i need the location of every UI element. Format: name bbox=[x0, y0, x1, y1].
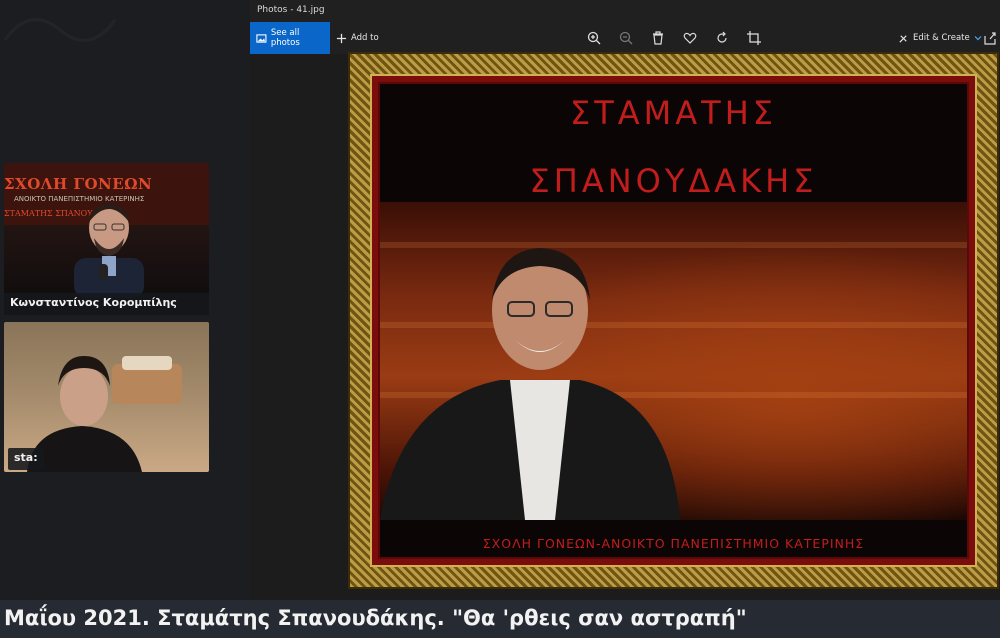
participant-video-koromp[interactable]: ΣΧΟΛΗ ΓΟΝΕΩΝ ΑΝΟΙΚΤΟ ΠΑΝΕΠΙΣΤΗΜΙΟ ΚΑΤΕΡΙ… bbox=[4, 163, 209, 315]
picture-photo-area bbox=[380, 202, 967, 520]
add-to-label: Add to bbox=[351, 33, 379, 43]
gilded-picture-frame: ΣΤΑΜΑΤΗΣ ΣΠΑΝΟΥΔΑΚΗΣ ΣΧΟΛΗ ΓΟΝΕΩΝ-ΑΝΟΙΚΤ… bbox=[350, 54, 997, 587]
see-all-photos-label: See all photos bbox=[270, 28, 300, 48]
watermark-icon bbox=[3, 18, 117, 42]
participant-video-sta[interactable]: sta: bbox=[4, 322, 209, 472]
delete-icon[interactable] bbox=[650, 30, 666, 46]
participant-name-label: Κωνσταντίνος Κορομπίλης bbox=[4, 293, 209, 315]
ticker-text: Μαΐου 2021. Σταμάτης Σπανουδάκης. "Θα 'ρ… bbox=[4, 606, 747, 630]
share-icon[interactable] bbox=[982, 30, 998, 46]
favorite-heart-icon[interactable] bbox=[682, 30, 698, 46]
zoom-out-icon[interactable] bbox=[618, 30, 634, 46]
photo-gallery-icon bbox=[256, 33, 267, 43]
edit-create-icon bbox=[899, 34, 907, 43]
crop-icon[interactable] bbox=[746, 30, 762, 46]
window-title: Photos - 41.jpg bbox=[257, 5, 325, 15]
participant-person-image bbox=[74, 203, 144, 298]
edit-create-button[interactable]: Edit & Create bbox=[898, 22, 982, 54]
broadcast-ticker: Μαΐου 2021. Σταμάτης Σπανουδάκης. "Θα 'ρ… bbox=[0, 600, 1000, 638]
picture-caption: ΣΧΟΛΗ ΓΟΝΕΩΝ-ΑΝΟΙΚΤΟ ΠΑΝΕΠΙΣΤΗΜΙΟ ΚΑΤΕΡΙ… bbox=[482, 536, 865, 551]
chevron-down-icon bbox=[974, 36, 982, 41]
photos-app-window: Photos - 41.jpg See all photos Add to Ed… bbox=[250, 0, 1000, 600]
edit-create-label: Edit & Create bbox=[913, 33, 970, 43]
picture-title-line1: ΣΤΑΜΑΤΗΣ bbox=[570, 94, 777, 132]
picture-content: ΣΤΑΜΑΤΗΣ ΣΠΑΝΟΥΔΑΚΗΣ ΣΧΟΛΗ ΓΟΝΕΩΝ-ΑΝΟΙΚΤ… bbox=[378, 82, 969, 559]
add-to-button[interactable]: Add to bbox=[336, 22, 379, 54]
see-all-photos-button[interactable]: See all photos bbox=[250, 22, 330, 54]
title-bar: Photos - 41.jpg bbox=[250, 0, 1000, 22]
participants-panel: ΣΧΟΛΗ ΓΟΝΕΩΝ ΑΝΟΙΚΤΟ ΠΑΝΕΠΙΣΤΗΜΙΟ ΚΑΤΕΡΙ… bbox=[0, 0, 250, 600]
plus-icon bbox=[336, 33, 347, 43]
participant-name-label: sta: bbox=[8, 448, 44, 470]
zoom-in-icon[interactable] bbox=[586, 30, 602, 46]
picture-title-line2: ΣΠΑΝΟΥΔΑΚΗΣ bbox=[529, 162, 818, 200]
portrait-person-image bbox=[380, 248, 680, 520]
photo-viewer-canvas: ΣΤΑΜΑΤΗΣ ΣΠΑΝΟΥΔΑΚΗΣ ΣΧΟΛΗ ΓΟΝΕΩΝ-ΑΝΟΙΚΤ… bbox=[250, 54, 1000, 600]
rotate-icon[interactable] bbox=[714, 30, 730, 46]
screen: ΣΧΟΛΗ ΓΟΝΕΩΝ ΑΝΟΙΚΤΟ ΠΑΝΕΠΙΣΤΗΜΙΟ ΚΑΤΕΡΙ… bbox=[0, 0, 1000, 638]
participant-person-image bbox=[27, 356, 182, 472]
photos-toolbar: See all photos Add to Edit & Create bbox=[250, 22, 1000, 54]
